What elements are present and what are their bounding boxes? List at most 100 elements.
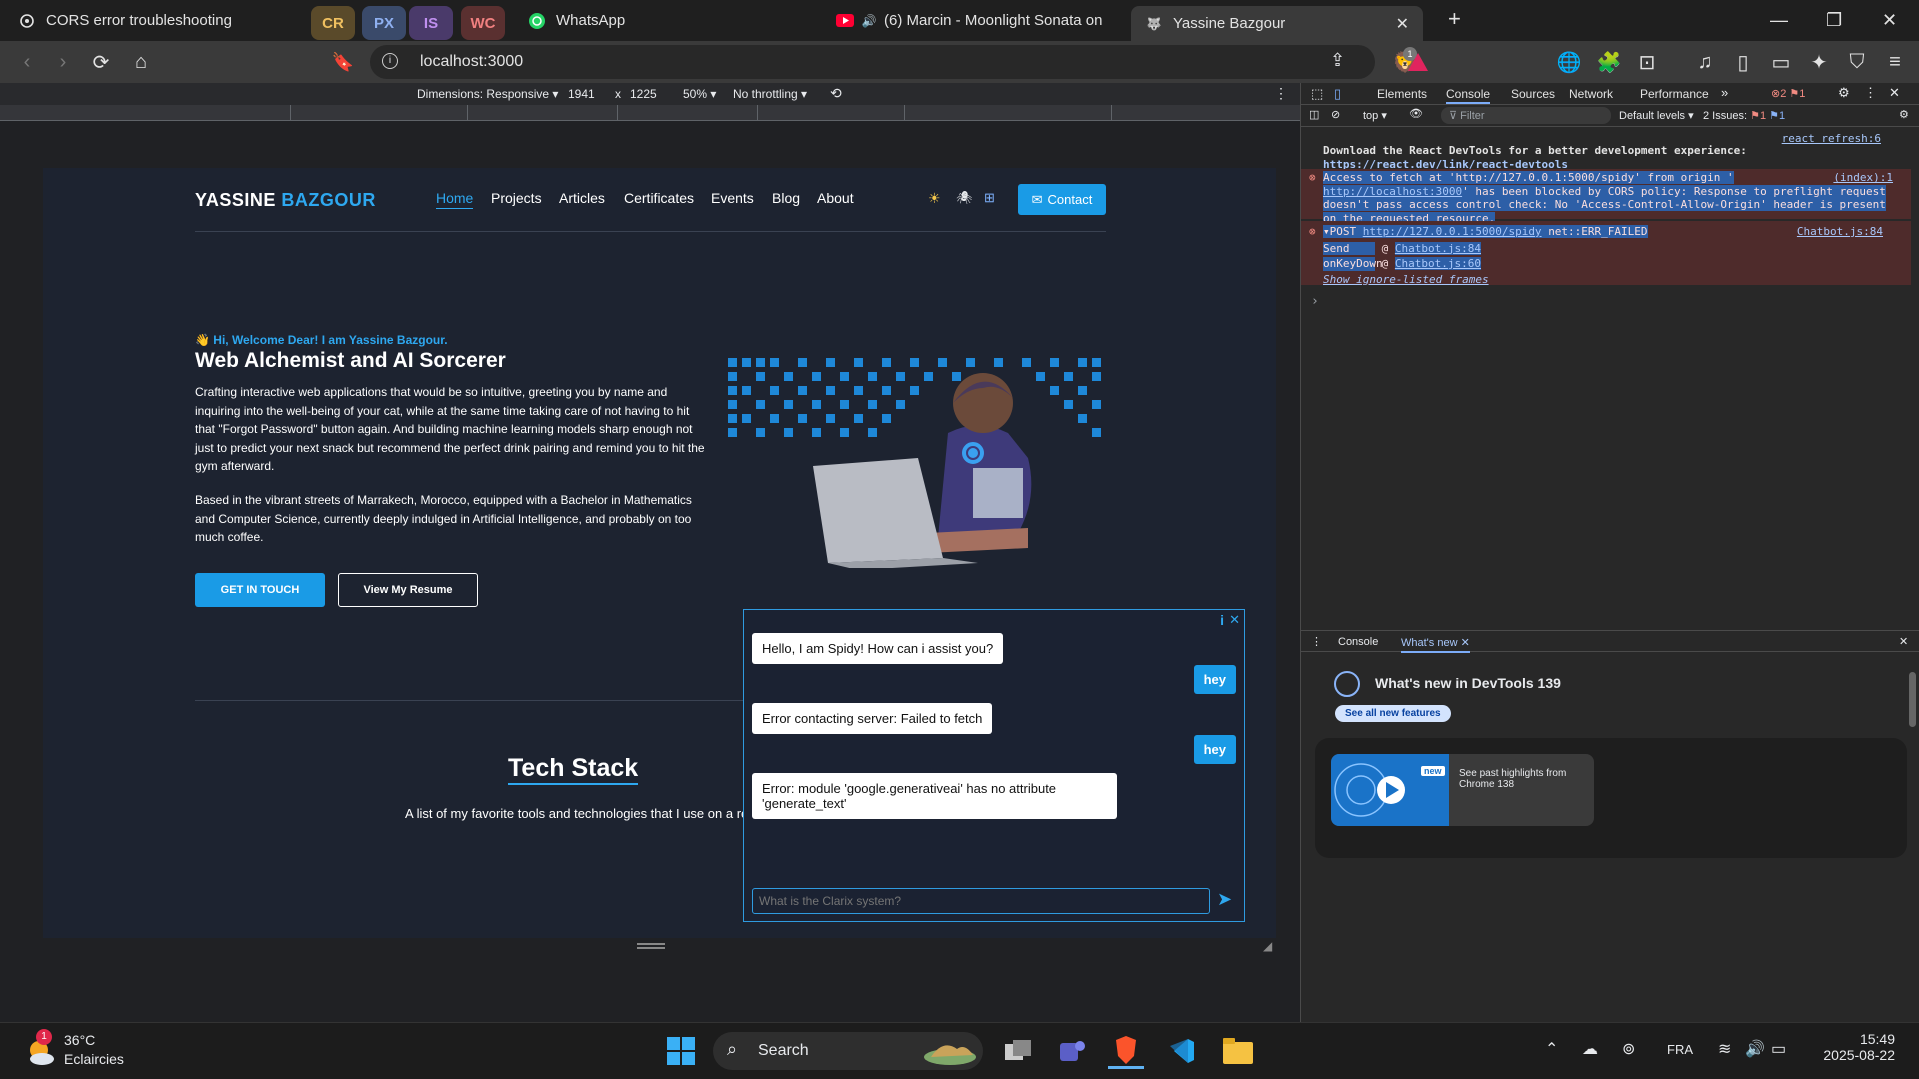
zoom-dropdown[interactable]: 50% ▾ xyxy=(683,87,716,101)
nav-about[interactable]: About xyxy=(817,190,854,206)
site-logo[interactable]: YASSINE BAZGOUR xyxy=(195,190,376,211)
restore-icon[interactable]: ❐ xyxy=(1826,10,1842,31)
view-resume-button[interactable]: View My Resume xyxy=(338,573,478,607)
back-icon[interactable]: ‹ xyxy=(14,49,40,75)
minimize-icon[interactable]: — xyxy=(1770,10,1788,31)
tray-app-icon[interactable]: ☁ xyxy=(1582,1039,1598,1059)
start-icon[interactable] xyxy=(663,1033,699,1069)
highlights-card[interactable]: new See past highlights from Chrome 138 xyxy=(1315,738,1907,858)
nav-certificates[interactable]: Certificates xyxy=(624,190,694,206)
device-more-icon[interactable]: ⋮ xyxy=(1274,85,1288,102)
tab-sources[interactable]: Sources xyxy=(1511,87,1555,101)
volume-icon[interactable]: 🔊 xyxy=(1745,1039,1765,1059)
bookmark-icon[interactable]: 🔖 xyxy=(330,49,356,75)
translate-site-icon[interactable]: ⊞ xyxy=(984,190,995,206)
resize-corner-icon[interactable]: ◢ xyxy=(1263,939,1272,953)
dimensions-dropdown[interactable]: Dimensions: Responsive ▾ xyxy=(417,87,558,101)
pinned-tab-wc[interactable]: WC xyxy=(461,6,505,40)
console-sidebar-icon[interactable]: ◫ xyxy=(1309,108,1319,121)
nav-home[interactable]: Home xyxy=(436,190,474,209)
drawer-menu-icon[interactable]: ⋮ xyxy=(1311,635,1322,648)
device-toggle-icon[interactable]: ▯ xyxy=(1334,86,1341,102)
media-query-ruler[interactable] xyxy=(0,105,1300,121)
chat-info-icon[interactable]: i xyxy=(1220,612,1224,628)
pinned-tab-cr[interactable]: CR xyxy=(311,6,355,40)
tab-network[interactable]: Network xyxy=(1569,87,1613,101)
wifi-icon[interactable]: ≋ xyxy=(1718,1039,1731,1059)
send-icon[interactable]: ➤ xyxy=(1217,889,1232,910)
forward-icon[interactable]: › xyxy=(50,49,76,75)
translate-icon[interactable]: 🌐 xyxy=(1556,49,1582,75)
drawer-scrollbar[interactable] xyxy=(1908,658,1917,822)
taskbar-search[interactable]: ⌕ Search xyxy=(713,1032,983,1070)
drawer-tab-whats-new[interactable]: What's new ✕ xyxy=(1401,636,1470,653)
tab-close-icon[interactable]: ✕ xyxy=(1396,14,1409,34)
sidebar-icon[interactable]: ▯ xyxy=(1730,49,1756,75)
extensions-icon[interactable]: 🧩 xyxy=(1596,49,1622,75)
screenshot-icon[interactable]: ⊡ xyxy=(1634,49,1660,75)
vscode-icon[interactable] xyxy=(1164,1033,1200,1069)
speaker-icon[interactable]: 🔊 xyxy=(860,12,878,30)
site-info-icon[interactable]: i xyxy=(382,53,398,69)
clock[interactable]: 15:49 2025-08-22 xyxy=(1815,1031,1895,1063)
tray-sync-icon[interactable]: ⊚ xyxy=(1622,1039,1635,1059)
tab-whatsapp[interactable]: WhatsApp xyxy=(528,0,788,41)
rotate-icon[interactable]: ⟲ xyxy=(830,85,842,102)
battery-icon[interactable]: ▭ xyxy=(1771,1039,1786,1059)
tab-cors[interactable]: CORS error troubleshooting xyxy=(18,0,298,41)
menu-icon[interactable]: ≡ xyxy=(1882,49,1908,75)
chat-input[interactable] xyxy=(752,888,1210,914)
chat-close-icon[interactable]: ✕ xyxy=(1229,612,1240,628)
theme-sun-icon[interactable]: ☀ xyxy=(928,190,941,207)
new-tab-icon[interactable]: + xyxy=(1448,6,1461,32)
nav-blog[interactable]: Blog xyxy=(772,190,800,206)
video-thumbnail[interactable]: new xyxy=(1331,754,1449,826)
vpn-icon[interactable]: ⛉ xyxy=(1844,49,1870,75)
brave-taskbar-icon[interactable] xyxy=(1108,1033,1144,1069)
leo-ai-icon[interactable]: ✦ xyxy=(1806,49,1832,75)
source-link[interactable]: Chatbot.js:84 xyxy=(1797,225,1883,239)
devtools-close-icon[interactable]: ✕ xyxy=(1889,85,1900,101)
console-settings-icon[interactable]: ⚙ xyxy=(1899,108,1909,121)
pinned-tab-is[interactable]: IS xyxy=(409,6,453,40)
weather-widget[interactable]: 1 xyxy=(24,1029,56,1067)
file-explorer-icon[interactable] xyxy=(1220,1033,1256,1069)
address-bar[interactable]: i localhost:3000 ⇪ xyxy=(370,45,1375,79)
inspect-icon[interactable]: ⬚ xyxy=(1311,86,1323,102)
pinned-tab-px[interactable]: PX xyxy=(362,6,406,40)
context-selector[interactable]: top ▾ xyxy=(1363,109,1387,122)
height-input[interactable]: 1225 xyxy=(630,87,657,101)
drawer-tab-console[interactable]: Console xyxy=(1338,636,1378,648)
tab-elements[interactable]: Elements xyxy=(1377,87,1427,101)
post-url-link[interactable]: http://127.0.0.1:5000/spidy xyxy=(1363,225,1542,238)
home-icon[interactable]: ⌂ xyxy=(128,49,154,75)
show-ignored-frames-link[interactable]: Show ignore-listed frames xyxy=(1323,273,1911,287)
wallet-icon[interactable]: ▭ xyxy=(1768,49,1794,75)
console-filter-input[interactable]: ⊽ Filter xyxy=(1441,107,1611,124)
nav-events[interactable]: Events xyxy=(711,190,754,206)
devtools-settings-icon[interactable]: ⚙ xyxy=(1838,85,1850,101)
see-all-features-button[interactable]: See all new features xyxy=(1335,705,1451,722)
stack-src-link[interactable]: Chatbot.js:60 xyxy=(1394,257,1481,270)
task-view-icon[interactable] xyxy=(1000,1033,1036,1069)
drawer-close-icon[interactable]: ✕ xyxy=(1899,635,1908,648)
clear-console-icon[interactable]: ⊘ xyxy=(1331,108,1340,121)
width-input[interactable]: 1941 xyxy=(568,87,595,101)
error-count-badge[interactable]: ⊗2 ⚑1 xyxy=(1771,87,1805,100)
window-close-icon[interactable]: ✕ xyxy=(1882,10,1897,31)
more-tabs-icon[interactable]: » xyxy=(1721,85,1728,100)
language-indicator[interactable]: FRA xyxy=(1667,1042,1693,1057)
tab-performance[interactable]: Performance xyxy=(1640,87,1709,101)
nav-projects[interactable]: Projects xyxy=(491,190,542,206)
devtools-menu-icon[interactable]: ⋮ xyxy=(1864,85,1877,101)
tray-overflow-icon[interactable]: ⌃ xyxy=(1545,1039,1558,1059)
issues-indicator[interactable]: 2 Issues: ⚑1 ⚑1 xyxy=(1703,109,1785,122)
rewards-triangle-icon[interactable] xyxy=(1405,49,1431,75)
tab-console[interactable]: Console xyxy=(1446,87,1491,104)
stack-src-link[interactable]: Chatbot.js:84 xyxy=(1394,241,1481,255)
spider-icon[interactable]: 🕷 xyxy=(956,190,973,206)
media-icon[interactable]: ♫ xyxy=(1692,49,1718,75)
contact-button[interactable]: ✉ Contact xyxy=(1018,184,1106,215)
source-link[interactable]: (index):1 xyxy=(1833,171,1893,185)
share-icon[interactable]: ⇪ xyxy=(1330,50,1345,71)
